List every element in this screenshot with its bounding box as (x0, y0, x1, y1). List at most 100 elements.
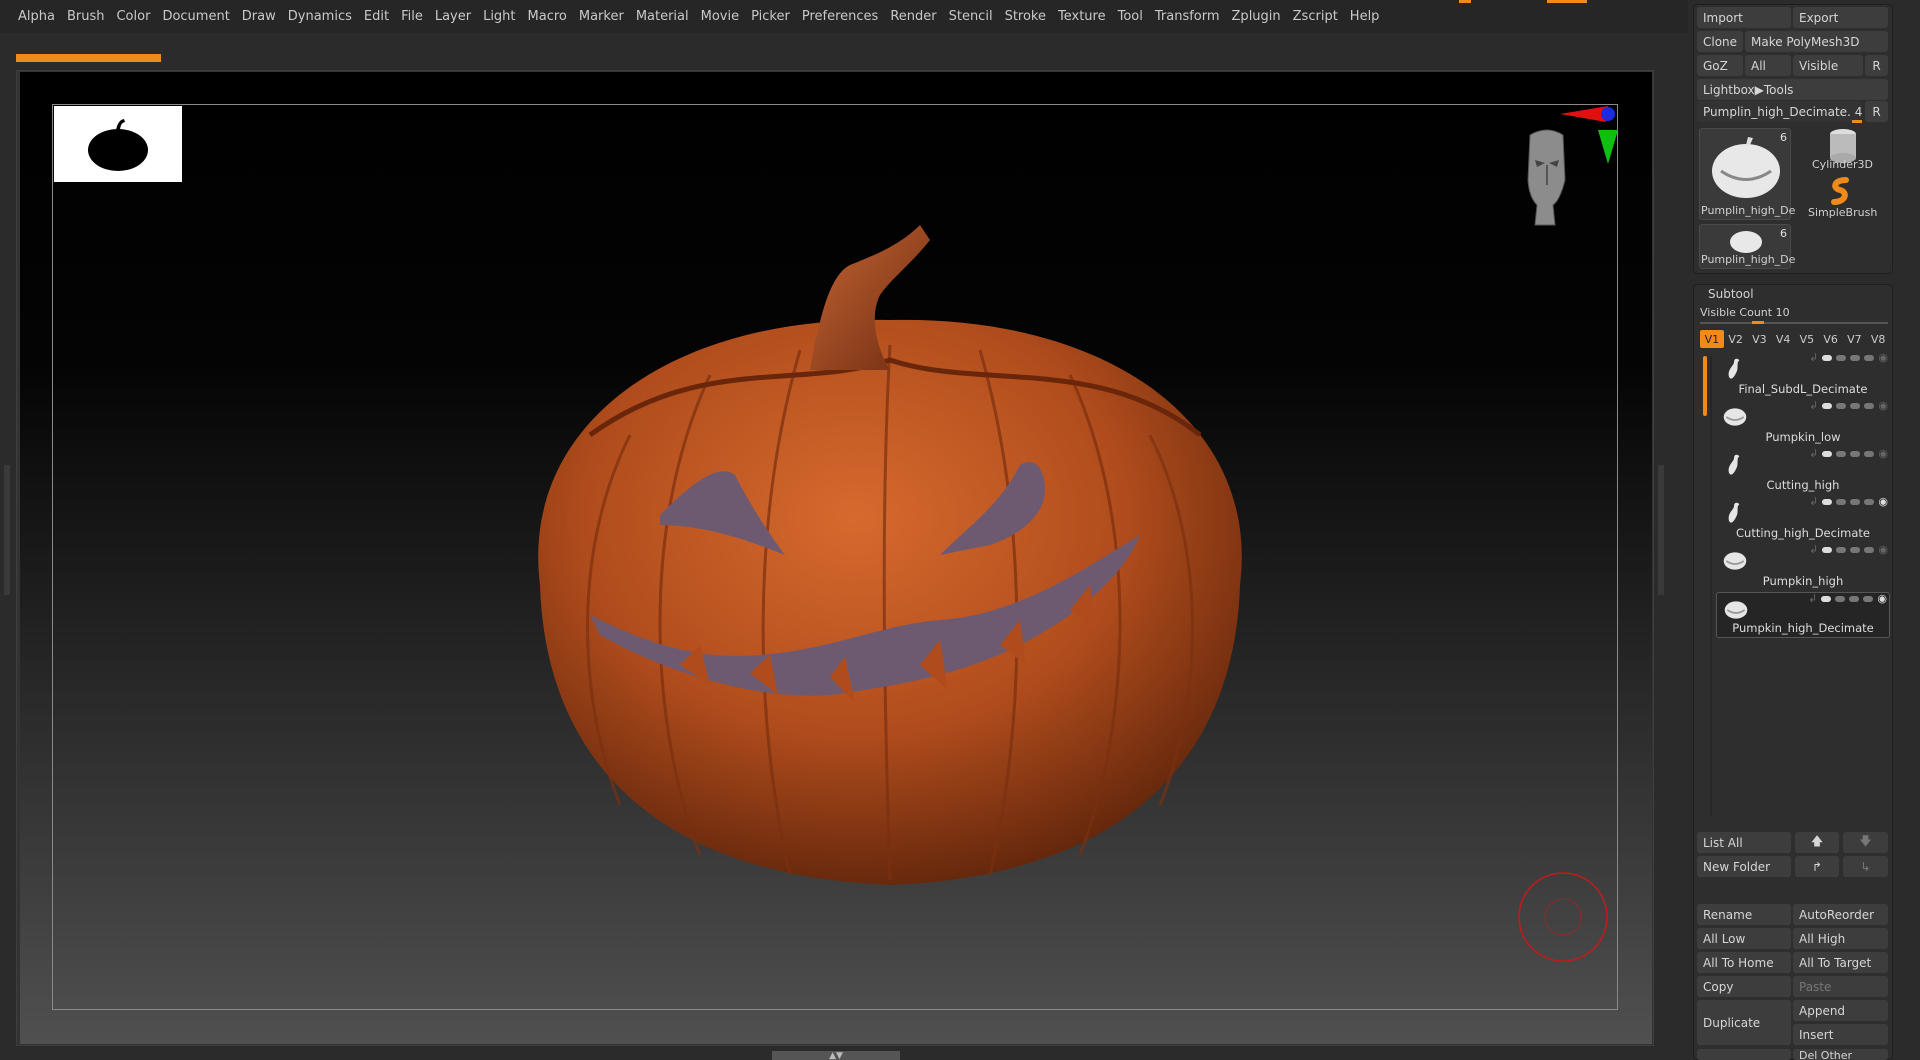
folder-in-button[interactable]: ↱ (1795, 856, 1839, 877)
subtool-item[interactable]: ↲ ◉ Pumpkin_low (1716, 400, 1890, 446)
clone-button[interactable]: Clone (1697, 31, 1743, 52)
insert-button[interactable]: Insert (1793, 1024, 1888, 1045)
goz-visible-button[interactable]: Visible (1793, 55, 1863, 76)
export-button[interactable]: Export (1793, 7, 1888, 28)
subtool-item[interactable]: ↲ ◉ Cutting_high_Decimate (1716, 496, 1890, 542)
subtool-toggle[interactable] (1864, 547, 1875, 553)
subtool-toggle[interactable] (1863, 596, 1874, 602)
version-tab-v7[interactable]: V7 (1843, 330, 1867, 348)
version-tab-v5[interactable]: V5 (1795, 330, 1819, 348)
subtool-toggle[interactable] (1822, 355, 1833, 361)
folder-out-button[interactable]: ↳ (1843, 856, 1888, 877)
make-polymesh-button[interactable]: Make PolyMesh3D (1745, 31, 1888, 52)
subtool-item[interactable]: ↲ ◉ Pumpkin_high (1716, 544, 1890, 590)
paste-button[interactable]: Paste (1793, 976, 1888, 997)
menu-light[interactable]: Light (477, 9, 521, 24)
menu-picker[interactable]: Picker (745, 9, 796, 24)
eye-icon[interactable]: ◉ (1878, 448, 1888, 459)
subtool-toggle[interactable] (1822, 547, 1833, 553)
delete-button[interactable] (1697, 1049, 1791, 1060)
version-tab-v8[interactable]: V8 (1866, 330, 1890, 348)
menu-help[interactable]: Help (1344, 9, 1386, 24)
move-down-button[interactable]: 🡇 (1843, 832, 1888, 853)
menu-macro[interactable]: Macro (522, 9, 573, 24)
menu-zplugin[interactable]: Zplugin (1226, 9, 1287, 24)
version-tab-v2[interactable]: V2 (1724, 330, 1748, 348)
menu-texture[interactable]: Texture (1052, 9, 1112, 24)
subtool-toggle[interactable] (1864, 451, 1875, 457)
subtool-toggle[interactable] (1822, 499, 1833, 505)
simplebrush-label[interactable]: SimpleBrush (1808, 206, 1877, 219)
menu-draw[interactable]: Draw (236, 9, 282, 24)
bottom-tray-handle[interactable]: ▲▼ (772, 1051, 900, 1060)
subtool-title[interactable]: Subtool (1708, 287, 1754, 301)
menu-stroke[interactable]: Stroke (999, 9, 1052, 24)
subtool-toggle[interactable] (1864, 355, 1875, 361)
subtool-toggle[interactable] (1821, 596, 1832, 602)
brush-toggle-icon[interactable]: ↲ (1809, 496, 1818, 507)
move-up-button[interactable]: 🡅 (1795, 832, 1839, 853)
rename-button[interactable]: Rename (1697, 904, 1791, 925)
menu-alpha[interactable]: Alpha (12, 9, 61, 24)
all-to-target-button[interactable]: All To Target (1793, 952, 1888, 973)
cylinder3d-label[interactable]: Cylinder3D (1812, 158, 1873, 171)
eye-icon[interactable]: ◉ (1878, 352, 1888, 363)
menu-stencil[interactable]: Stencil (943, 9, 999, 24)
menu-preferences[interactable]: Preferences (796, 9, 884, 24)
subtool-toggle[interactable] (1822, 451, 1833, 457)
copy-button[interactable]: Copy (1697, 976, 1791, 997)
subtool-toggle[interactable] (1849, 596, 1860, 602)
subtool-item[interactable]: ↲ ◉ Final_SubdL_Decimate (1716, 352, 1890, 398)
eye-icon[interactable]: ◉ (1877, 593, 1887, 604)
append-button[interactable]: Append (1793, 1000, 1888, 1021)
menu-tool[interactable]: Tool (1112, 9, 1149, 24)
pumpkin-model[interactable] (500, 225, 1280, 915)
brush-toggle-icon[interactable]: ↲ (1808, 593, 1817, 604)
subtool-toggle[interactable] (1836, 499, 1847, 505)
list-all-button[interactable]: List All (1697, 832, 1791, 853)
version-tab-v4[interactable]: V4 (1771, 330, 1795, 348)
menu-document[interactable]: Document (156, 9, 235, 24)
eye-icon[interactable]: ◉ (1878, 496, 1888, 507)
goz-r-button[interactable]: R (1865, 55, 1888, 76)
visible-count-slider[interactable]: Visible Count 10 (1700, 306, 1790, 319)
menu-dynamics[interactable]: Dynamics (282, 9, 358, 24)
subtool-toggle[interactable] (1836, 355, 1847, 361)
menu-layer[interactable]: Layer (429, 9, 477, 24)
subtool-toggle[interactable] (1850, 451, 1861, 457)
brush-toggle-icon[interactable]: ↲ (1809, 400, 1818, 411)
all-low-button[interactable]: All Low (1697, 928, 1791, 949)
menu-brush[interactable]: Brush (61, 9, 111, 24)
subtool-toggle[interactable] (1835, 596, 1846, 602)
subtool-toggle[interactable] (1822, 403, 1833, 409)
autoreorder-button[interactable]: AutoReorder (1793, 904, 1888, 925)
subtool-toggle[interactable] (1850, 403, 1861, 409)
subtool-item[interactable]: ↲ ◉ Cutting_high (1716, 448, 1890, 494)
simplebrush-icon[interactable] (1826, 176, 1856, 206)
subtool-item[interactable]: ↲ ◉ Pumpkin_high_Decimate (1716, 592, 1890, 638)
subtool-scrollbar[interactable] (1710, 356, 1712, 816)
menu-marker[interactable]: Marker (573, 9, 630, 24)
subtool-toggle[interactable] (1836, 547, 1847, 553)
current-tool-slider[interactable]: Pumplin_high_Decimate. 48 (1697, 101, 1862, 122)
tool-thumbnail-second[interactable]: 6 Pumplin_high_De (1699, 224, 1795, 269)
menu-color[interactable]: Color (110, 9, 156, 24)
menu-material[interactable]: Material (630, 9, 695, 24)
navigator-thumbnail[interactable] (54, 106, 182, 182)
subtool-toggle[interactable] (1850, 355, 1861, 361)
subtool-toggle[interactable] (1864, 403, 1875, 409)
lightbox-tools-button[interactable]: Lightbox▶Tools (1697, 79, 1888, 100)
tool-thumbnail-main[interactable]: 6 Pumplin_high_De (1699, 128, 1795, 220)
menu-zscript[interactable]: Zscript (1287, 9, 1344, 24)
all-high-button[interactable]: All High (1793, 928, 1888, 949)
menu-movie[interactable]: Movie (695, 9, 745, 24)
all-to-home-button[interactable]: All To Home (1697, 952, 1791, 973)
new-folder-button[interactable]: New Folder (1697, 856, 1791, 877)
version-tab-v3[interactable]: V3 (1748, 330, 1772, 348)
left-tray-handle[interactable] (4, 465, 10, 595)
menu-render[interactable]: Render (884, 9, 942, 24)
goz-all-button[interactable]: All (1745, 55, 1791, 76)
eye-icon[interactable]: ◉ (1878, 544, 1888, 555)
subtool-toggle[interactable] (1864, 499, 1875, 505)
goz-button[interactable]: GoZ (1697, 55, 1743, 76)
